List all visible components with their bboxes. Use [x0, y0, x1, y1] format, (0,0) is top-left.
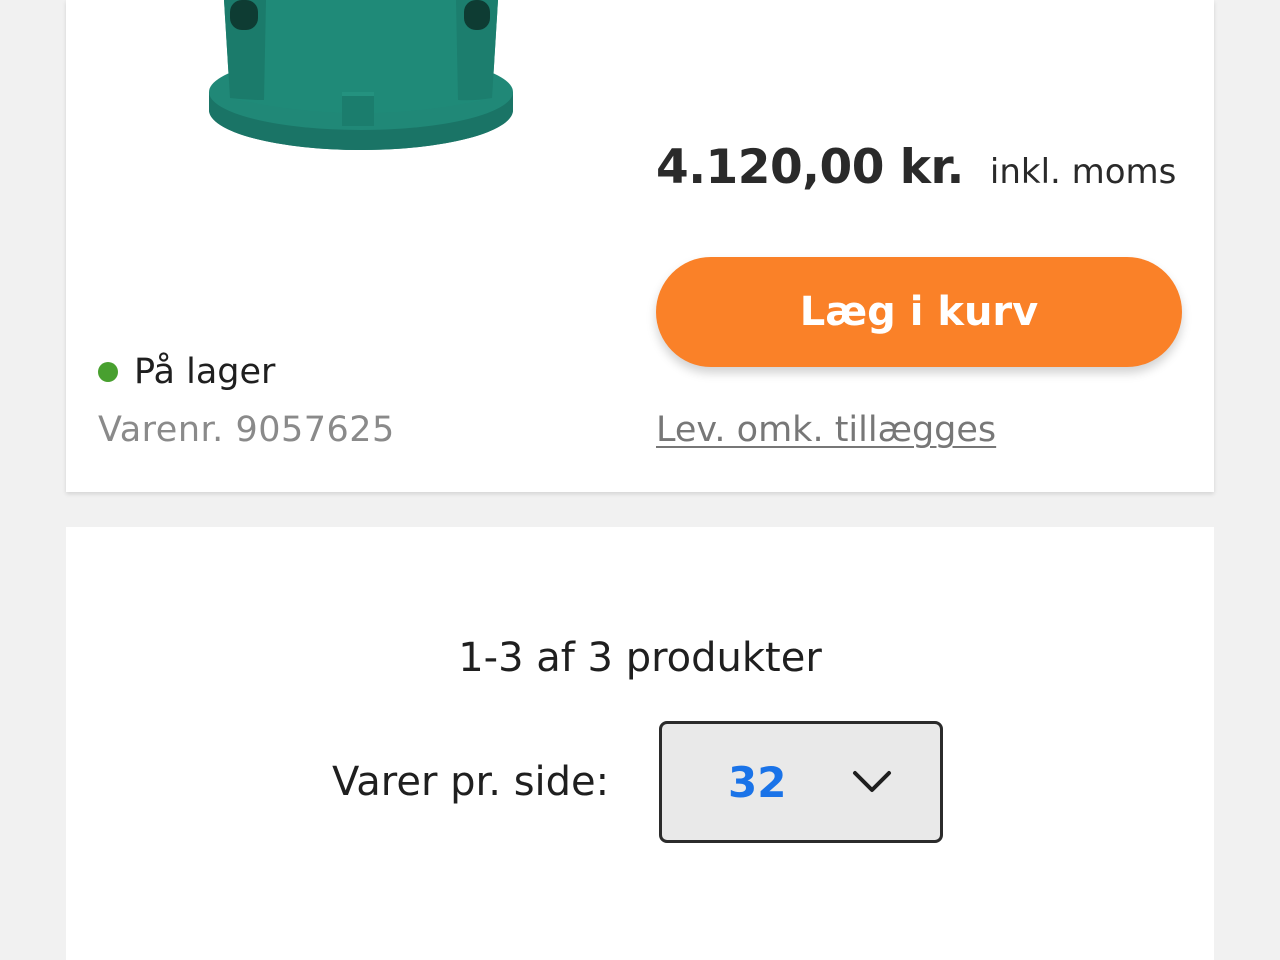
price-row: 4.120,00 kr. inkl. moms	[656, 140, 1176, 195]
result-count: 1-3 af 3 produkter	[458, 635, 822, 681]
add-to-cart-button[interactable]: Læg i kurv	[656, 257, 1182, 367]
item-number: Varenr. 9057625	[98, 410, 395, 450]
vat-note: inkl. moms	[989, 152, 1177, 192]
price: 4.120,00 kr.	[656, 140, 964, 195]
product-card: På lager Varenr. 9057625 4.120,00 kr. in…	[66, 0, 1214, 492]
delivery-cost-link[interactable]: Lev. omk. tillægges	[656, 408, 996, 452]
page: På lager Varenr. 9057625 4.120,00 kr. in…	[0, 0, 1280, 960]
per-page-value: 32	[728, 758, 787, 807]
stock-status: På lager	[98, 350, 275, 394]
in-stock-dot-icon	[98, 362, 118, 382]
per-page-select[interactable]: 32	[659, 721, 943, 843]
chevron-down-icon	[853, 771, 891, 792]
per-page-label: Varer pr. side:	[332, 759, 610, 805]
stock-status-label: På lager	[134, 352, 276, 392]
pagination-card: 1-3 af 3 produkter Varer pr. side: 32	[66, 527, 1214, 960]
product-image[interactable]	[206, 0, 516, 160]
